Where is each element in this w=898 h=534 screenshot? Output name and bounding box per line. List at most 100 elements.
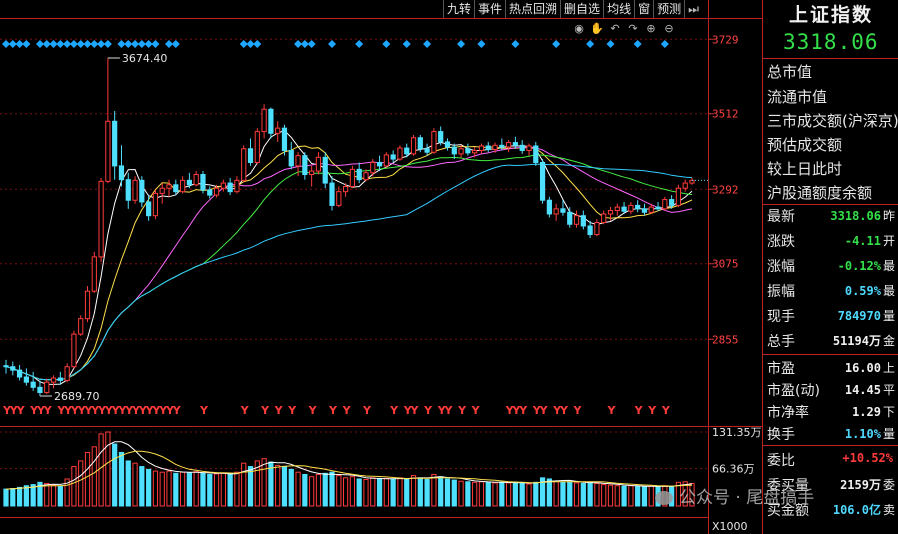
vs-prev-day-label: 较上日此时: [767, 160, 843, 178]
volume-bar: [16, 486, 23, 507]
volume-bar: [322, 472, 328, 507]
signal-diamond: [511, 40, 520, 48]
volume-bar: [84, 451, 91, 507]
candle-body: [370, 161, 376, 174]
forecast-button[interactable]: 预测: [653, 0, 684, 18]
quote-row-label: 最新: [767, 209, 795, 225]
quote-row-value: 784970 量: [838, 307, 895, 324]
candle-body: [465, 148, 471, 154]
volume-bar: [57, 485, 63, 507]
signal-letter: Y: [172, 404, 182, 417]
moving-average-button[interactable]: 均线: [603, 0, 634, 18]
quote-row: 市盈 16.00 上: [763, 358, 898, 378]
ma30-line: [5, 154, 693, 381]
candle-body: [125, 179, 131, 201]
candle-body: [485, 145, 491, 150]
jiuzhuan-button[interactable]: 九转: [443, 0, 474, 18]
volume-bar: [376, 478, 383, 507]
volume-bar: [173, 472, 179, 507]
quote-row-unit: 最: [882, 284, 895, 298]
volume-bar: [451, 479, 457, 507]
quote-row-label: 换手: [767, 427, 795, 443]
quote-row-label: 市净率: [767, 405, 809, 421]
quote-row-unit: 金: [882, 334, 895, 348]
volume-bar: [336, 475, 342, 507]
zoom-in-icon[interactable]: ⊕: [644, 22, 658, 36]
kline-chart[interactable]: 3729 3512 3292 3075 2855 131.35万 66.36万 X1000 36…: [0, 0, 762, 534]
signal-diamond: [660, 40, 669, 48]
candle-body: [492, 144, 498, 150]
remove-watchlist-button[interactable]: 删自选: [560, 0, 603, 18]
candle-body: [247, 148, 254, 163]
y-tick-label: 2855: [712, 333, 739, 346]
zoom-out-icon[interactable]: ⊖: [662, 22, 676, 36]
quote-row: 总手 51194万金: [763, 331, 898, 351]
candle-body: [410, 137, 417, 155]
volume-bar: [23, 485, 29, 507]
eye-icon[interactable]: ◉: [572, 22, 586, 36]
skip-end-icon[interactable]: ⏭: [684, 0, 702, 18]
signal-diamond: [423, 40, 432, 48]
volume-bar: [431, 473, 437, 507]
volume-bar: [472, 481, 478, 507]
wechat-logo-icon: [655, 491, 673, 505]
quote-row: 最新 3318.06 昨: [763, 206, 898, 226]
volume-bar: [635, 485, 641, 507]
events-button[interactable]: 事件: [474, 0, 505, 18]
volume-bar: [444, 478, 451, 507]
candle-body: [30, 381, 36, 388]
candle-body: [655, 206, 661, 210]
candle-body: [146, 201, 152, 217]
volume-bar: [329, 471, 335, 507]
volume-bar: [118, 451, 125, 507]
candle-body: [533, 145, 539, 163]
redo-icon[interactable]: ↷: [626, 22, 640, 36]
candle-body: [478, 145, 485, 151]
candle-body: [179, 179, 186, 193]
volume-bar: [105, 431, 111, 507]
signal-letter: Y: [308, 404, 318, 417]
candle-body: [186, 179, 192, 186]
quote-row-value: 2159万委: [840, 476, 895, 493]
volume-bar: [458, 480, 464, 507]
quote-row: 换手 1.10% 量: [763, 424, 898, 444]
volume-bar: [234, 471, 240, 507]
volume-bar: [166, 470, 172, 507]
hand-icon[interactable]: ✋: [590, 22, 604, 36]
quote-row: 涨跌 -4.11 开: [763, 231, 898, 251]
volume-bar: [580, 482, 586, 507]
divider: [763, 354, 898, 355]
volume-bar: [146, 468, 152, 507]
signal-diamond: [253, 40, 262, 48]
quote-row-unit: 开: [882, 234, 895, 248]
quote-row-unit: 下: [882, 405, 895, 419]
signal-letter: Y: [260, 404, 270, 417]
window-button[interactable]: 窗: [634, 0, 653, 18]
low-annotation-label: 2689.70: [54, 390, 100, 403]
signal-letter: Y: [647, 404, 657, 417]
hotspot-review-button[interactable]: 热点回溯: [505, 0, 560, 18]
candle-body: [587, 225, 593, 236]
volume-bar: [98, 433, 104, 507]
candle-body: [499, 144, 505, 148]
signal-letter: Y: [342, 404, 352, 417]
candle-body: [268, 108, 274, 134]
candle-body: [200, 173, 206, 191]
candle-body: [635, 204, 641, 210]
volume-bar: [519, 482, 525, 507]
volume-bar: [573, 482, 580, 507]
candle-body: [213, 187, 220, 196]
candle-body: [607, 210, 614, 215]
undo-icon[interactable]: ↶: [608, 22, 622, 36]
divider: [763, 445, 898, 446]
candle-body: [322, 156, 328, 184]
signal-diamond: [22, 40, 31, 48]
volume-bar: [152, 470, 159, 507]
signal-letter: Y: [471, 404, 481, 417]
candle-body: [288, 149, 294, 167]
volume-bar: [112, 443, 118, 507]
northbound-quota-label: 沪股通额度余额: [767, 184, 873, 202]
candle-body: [614, 206, 620, 212]
candle-body: [682, 182, 688, 189]
candle-body: [349, 168, 356, 188]
